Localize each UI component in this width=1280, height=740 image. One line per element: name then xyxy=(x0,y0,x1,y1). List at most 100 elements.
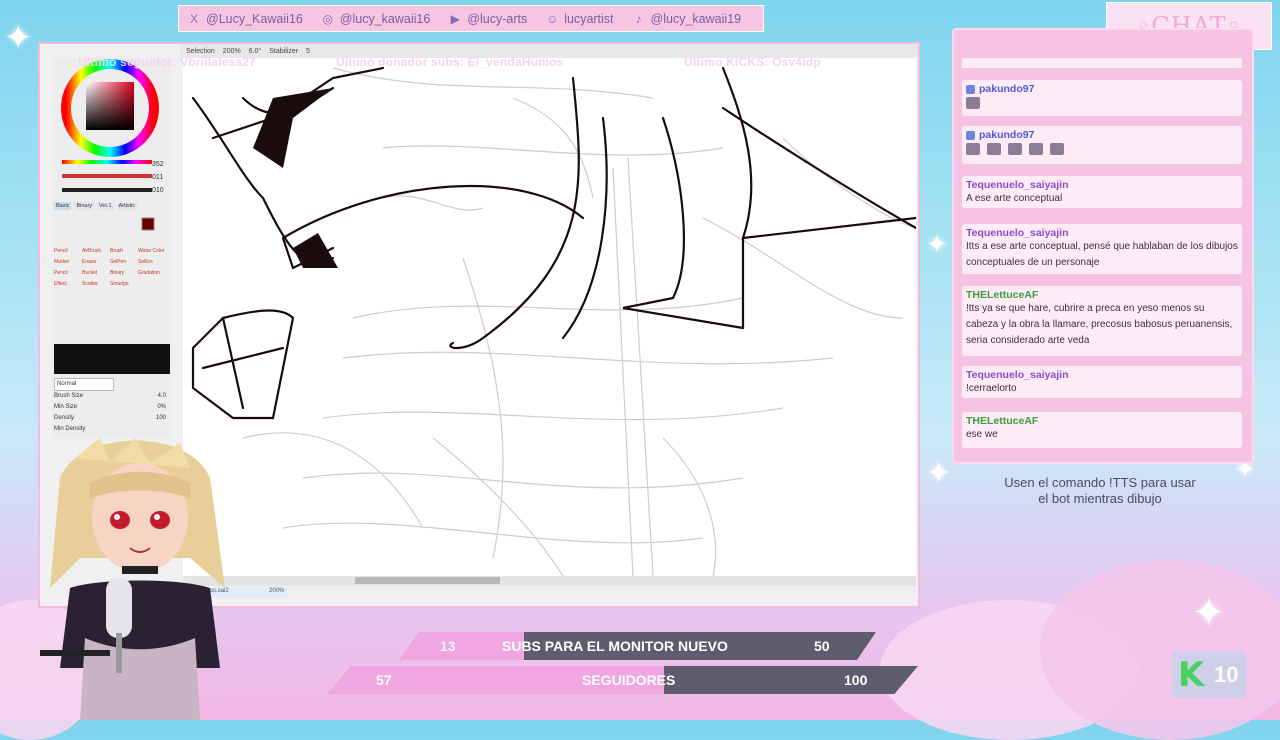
brush-tool[interactable]: Pencil xyxy=(54,248,82,254)
min-size-row[interactable]: Min Size 0% xyxy=(54,402,166,413)
instagram-icon: ◎ xyxy=(322,11,334,26)
youtube-icon: ▶ xyxy=(450,11,460,26)
social-handle: @lucy_kawaii16 xyxy=(339,11,431,26)
chat-text: A ese arte conceptual xyxy=(966,193,1063,204)
canvas-scrollbar[interactable] xyxy=(183,576,916,586)
chat-emotes xyxy=(966,97,1238,109)
chat-message: Tequenuelo_saiyajin Itts a ese arte conce… xyxy=(962,224,1242,274)
social-bar: X @Lucy_Kawaii16 ◎ @lucy_kawaii16 ▶ @lucy-art… xyxy=(178,5,764,32)
social-item[interactable]: X @Lucy_Kawaii16 xyxy=(187,12,303,26)
brush-size-label: Brush Size xyxy=(54,393,84,399)
tiktok-icon: ♪ xyxy=(635,11,642,26)
chat-message: Tequenuelo_saiyajin A ese arte conceptual xyxy=(962,176,1242,208)
kick-icon: K xyxy=(1178,655,1205,695)
chat-message: pakundo97 xyxy=(962,80,1242,116)
brush-tool[interactable]: Eraser xyxy=(82,259,110,265)
scrollbar-thumb[interactable] xyxy=(355,577,500,584)
toolbar-item[interactable]: Stabilizer xyxy=(269,48,298,55)
density-label: Density xyxy=(54,415,75,421)
kick-count: 10 xyxy=(1214,662,1239,687)
brush-tool[interactable]: SelPen xyxy=(110,259,138,265)
toolbar-item[interactable]: Selection xyxy=(186,48,215,55)
status-zoom: 200% xyxy=(269,588,285,594)
brush-tool[interactable]: AirBrush xyxy=(82,248,110,254)
chat-username: Tequenuelo_saiyajin xyxy=(966,227,1238,239)
brush-tool[interactable]: Brush xyxy=(110,248,138,254)
social-item[interactable]: ☺ lucyartist xyxy=(545,12,613,26)
brush-tab[interactable]: Binary xyxy=(74,202,95,210)
chat-username-text: Tequenuelo_saiyajin xyxy=(966,179,1069,191)
drawing-canvas[interactable] xyxy=(183,58,916,576)
min-size-value: 0% xyxy=(157,404,166,410)
brush-tool[interactable]: Effect xyxy=(54,281,82,287)
chat-username-text: THELettuceAF xyxy=(966,289,1039,301)
brush-preview xyxy=(54,344,170,374)
color-square-shade xyxy=(86,82,134,130)
brush-tool[interactable]: Pencil xyxy=(54,270,82,276)
brush-size-row[interactable]: Brush Size 4.0 xyxy=(54,391,166,402)
sparkle-icon: ✦ xyxy=(926,230,948,260)
emote-icon xyxy=(966,97,980,109)
x-icon: X xyxy=(189,11,198,26)
chat-username: Tequenuelo_saiyajin xyxy=(966,179,1238,191)
value-slider[interactable] xyxy=(62,188,152,192)
chat-message-cutoff xyxy=(962,58,1242,68)
chat-username: THELettuceAF xyxy=(966,415,1238,427)
tts-note: Usen el comando !TTS para usar el bot mi… xyxy=(1004,475,1196,506)
toolbar-item[interactable]: 6.0° xyxy=(249,48,262,55)
emote-icon xyxy=(1008,143,1022,155)
chat-message: pakundo97 xyxy=(962,126,1242,164)
hsv-values: 352 011 010 xyxy=(152,158,164,197)
subscriber-badge-icon xyxy=(966,84,975,94)
brush-tool[interactable]: Gradation xyxy=(138,270,166,276)
social-item[interactable]: ◎ @lucy_kawaii16 xyxy=(321,12,431,26)
subs-goal-target: 50 xyxy=(814,638,830,654)
toolbar-item[interactable]: 200% xyxy=(223,48,241,55)
min-density-label: Min Density xyxy=(54,426,86,432)
min-density-row[interactable]: Min Density xyxy=(54,424,166,435)
density-value: 100 xyxy=(155,415,166,421)
chat-username: pakundo97 xyxy=(966,129,1238,141)
brush-tabs: Basic Binary Ver.1 Artistic xyxy=(54,202,138,210)
brush-tool[interactable]: Bucket xyxy=(82,270,110,276)
followers-goal-target: 100 xyxy=(844,672,868,688)
brush-tool[interactable]: SelErs xyxy=(138,259,166,265)
brush-tool[interactable]: Scatter xyxy=(82,281,110,287)
hue-slider[interactable] xyxy=(62,160,152,164)
chat-emotes xyxy=(966,143,1238,155)
subs-goal-current: 13 xyxy=(440,638,456,654)
density-row[interactable]: Density 100 xyxy=(54,413,166,424)
social-handle: @Lucy_Kawaii16 xyxy=(206,11,303,26)
chat-username-text: THELettuceAF xyxy=(966,415,1039,427)
blend-mode-select[interactable]: Normal xyxy=(54,378,114,391)
followers-goal-bar: 57 SEGUIDORES 100 xyxy=(328,666,918,694)
brush-tool[interactable]: Binary xyxy=(110,270,138,276)
brush-tool[interactable]: Water Color xyxy=(138,248,166,254)
social-item[interactable]: ♪ @lucy_kawaii19 xyxy=(632,12,742,26)
current-color-swatch[interactable] xyxy=(141,217,155,231)
chat-username-text: Tequenuelo_saiyajin xyxy=(966,227,1069,239)
chat-message: Tequenuelo_saiyajin !cerraelorto xyxy=(962,366,1242,398)
saturation-value: 011 xyxy=(152,174,164,181)
chat-username: Tequenuelo_saiyajin xyxy=(966,369,1238,381)
brush-tool[interactable]: Smudge xyxy=(110,281,138,287)
sparkle-icon: ✦ xyxy=(926,456,952,491)
brush-tab[interactable]: Basic xyxy=(54,202,72,210)
followers-goal-label: SEGUIDORES xyxy=(582,672,676,688)
chat-text: !cerraelorto xyxy=(966,383,1017,394)
last-kicks-text: Ultimo KICKS: Osv4ldp xyxy=(684,55,821,69)
sparkle-icon: ✦ xyxy=(1192,590,1226,636)
brush-tool[interactable]: Marker xyxy=(54,259,82,265)
brush-tab[interactable]: Artistic xyxy=(116,202,138,210)
hue-value: 352 xyxy=(152,161,164,168)
social-item[interactable]: ▶ @lucy-arts xyxy=(448,11,528,26)
toolbar-item[interactable]: 5 xyxy=(306,48,310,55)
saturation-slider[interactable] xyxy=(62,174,152,178)
kick-viewers-badge: K 10 xyxy=(1172,652,1246,698)
brush-tab[interactable]: Ver.1 xyxy=(97,202,114,210)
chat-username-text: Tequenuelo_saiyajin xyxy=(966,369,1069,381)
chat-username-text: pakundo97 xyxy=(979,129,1035,141)
chat-text: ese we xyxy=(966,429,998,440)
last-follower-text: Ultimo seguidor: Vbrillaless27 xyxy=(78,55,257,69)
value-value: 010 xyxy=(152,187,164,194)
